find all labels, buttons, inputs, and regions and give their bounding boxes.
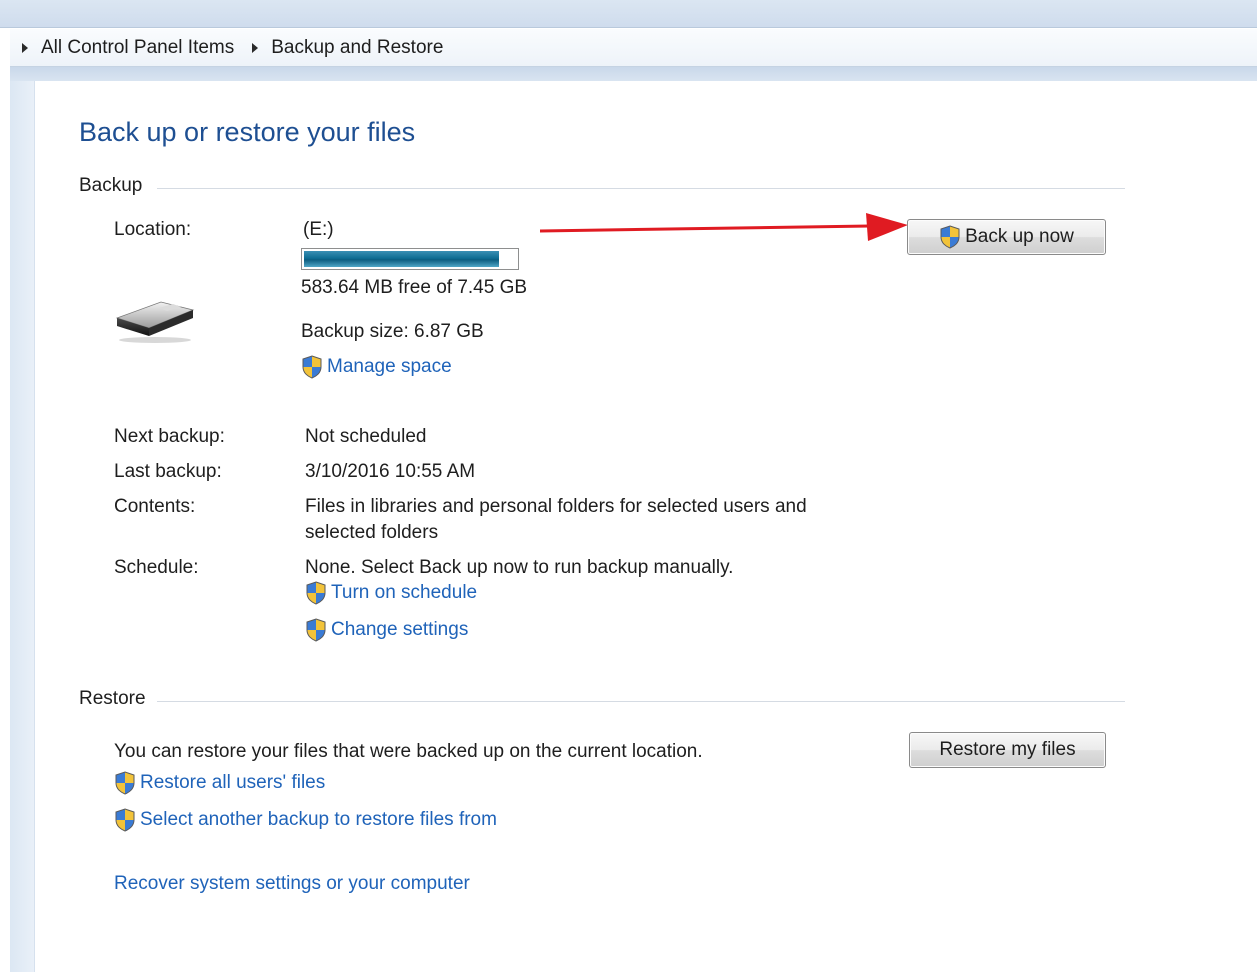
turn-on-schedule-label: Turn on schedule xyxy=(331,582,478,603)
schedule-label: Schedule: xyxy=(114,557,199,578)
backup-size-text: Backup size: 6.87 GB xyxy=(301,321,484,342)
breadcrumb: All Control Panel Items Backup and Resto… xyxy=(10,29,1257,67)
uac-shield-icon xyxy=(301,355,323,379)
next-backup-label: Next backup: xyxy=(114,426,225,447)
triangle-right-icon[interactable] xyxy=(22,42,28,53)
select-another-backup-label: Select another backup to restore files f… xyxy=(140,809,497,830)
back-up-now-button[interactable]: Back up now xyxy=(907,219,1106,255)
back-up-now-label: Back up now xyxy=(965,226,1074,247)
backup-and-restore-window: All Control Panel Items Backup and Resto… xyxy=(0,0,1257,972)
last-backup-value: 3/10/2016 10:55 AM xyxy=(305,461,476,482)
restore-my-files-label: Restore my files xyxy=(939,739,1076,760)
restore-description: You can restore your files that were bac… xyxy=(114,741,703,762)
location-label: Location: xyxy=(114,219,192,240)
restore-section-label: Restore xyxy=(79,688,146,709)
red-arrow-icon xyxy=(540,213,908,241)
toolbar-strip xyxy=(10,67,1257,81)
recover-system-link[interactable]: Recover system settings or your computer xyxy=(114,873,470,895)
select-another-backup-link[interactable]: Select another backup to restore files f… xyxy=(114,808,497,832)
breadcrumb-item-backup-restore[interactable]: Backup and Restore xyxy=(271,37,443,59)
free-space-text: 583.64 MB free of 7.45 GB xyxy=(301,277,528,298)
main-content: Back up or restore your files Backup Loc… xyxy=(35,81,1257,972)
breadcrumb-item-control-panel[interactable]: All Control Panel Items xyxy=(41,37,234,59)
removable-drive-icon xyxy=(115,301,195,343)
window-top-bar xyxy=(0,0,1257,28)
page-title: Back up or restore your files xyxy=(79,117,416,147)
disk-usage-bar xyxy=(301,248,519,270)
location-value: (E:) xyxy=(303,219,334,240)
navigation-pane xyxy=(10,81,35,972)
triangle-right-icon[interactable] xyxy=(252,42,259,53)
restore-section-divider xyxy=(157,701,1125,702)
change-settings-link[interactable]: Change settings xyxy=(305,618,468,642)
disk-usage-fill xyxy=(304,251,500,267)
contents-value-line-1: Files in libraries and personal folders … xyxy=(305,496,807,517)
manage-space-label: Manage space xyxy=(327,356,452,377)
uac-shield-icon xyxy=(939,225,961,249)
next-backup-value: Not scheduled xyxy=(305,426,427,447)
backup-section-label: Backup xyxy=(79,175,143,196)
restore-all-users-link[interactable]: Restore all users' files xyxy=(114,771,325,795)
contents-label: Contents: xyxy=(114,496,196,517)
uac-shield-icon xyxy=(305,618,327,642)
contents-value-line-2: selected folders xyxy=(305,522,439,543)
change-settings-label: Change settings xyxy=(331,619,469,640)
last-backup-label: Last backup: xyxy=(114,461,222,482)
schedule-value: None. Select Back up now to run backup m… xyxy=(305,557,734,578)
restore-all-users-label: Restore all users' files xyxy=(140,772,326,793)
restore-my-files-button[interactable]: Restore my files xyxy=(909,732,1106,768)
uac-shield-icon xyxy=(305,581,327,605)
manage-space-link[interactable]: Manage space xyxy=(301,355,452,379)
uac-shield-icon xyxy=(114,808,136,832)
uac-shield-icon xyxy=(114,771,136,795)
turn-on-schedule-link[interactable]: Turn on schedule xyxy=(305,581,477,605)
backup-section-divider xyxy=(157,188,1125,189)
